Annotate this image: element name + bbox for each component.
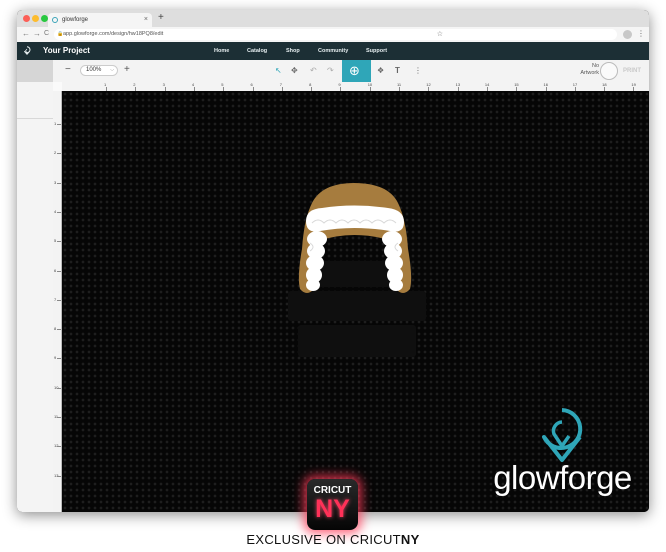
editor-toolbar: − 100% ⌵ + ↖ ✥ ↶ ↷ ⊕ ❖ T ⋮ No Artwork PR… <box>17 60 649 83</box>
left-sidebar <box>17 82 54 512</box>
ruler-left-tick <box>57 387 61 389</box>
ruler-left-tick <box>57 270 61 272</box>
pan-tool-icon[interactable]: ✥ <box>291 65 298 77</box>
ruler-left-tick <box>57 241 61 243</box>
text-tool-icon[interactable]: T <box>395 65 400 77</box>
ruler-left-number: 5 <box>54 238 57 244</box>
ruler-left-number: 4 <box>54 208 57 214</box>
address-bar: ← → C 🔒 app.glowforge.com/design/hw18PQ8… <box>17 27 649 43</box>
print-button[interactable] <box>600 62 618 80</box>
hat-fur-brim <box>306 205 404 232</box>
artwork-status-line1: No <box>591 63 599 69</box>
toolbar-side-panel <box>17 60 53 82</box>
close-window-button[interactable] <box>23 15 30 22</box>
print-label: PRINT <box>623 68 641 74</box>
zoom-select[interactable]: 100% ⌵ <box>80 65 118 76</box>
ruler-left-tick <box>57 211 61 213</box>
add-icon: ⊕ <box>349 63 360 78</box>
browser-tab[interactable]: glowforge × <box>48 13 152 27</box>
glowforge-logo: glowforge <box>490 406 635 504</box>
nav-link-catalog[interactable]: Catalog <box>247 42 267 60</box>
more-tools-icon[interactable]: ⋮ <box>414 65 422 77</box>
lock-icon: 🔒 <box>57 31 64 37</box>
ruler-left-tick <box>57 299 61 301</box>
ruler-left-number: 8 <box>54 326 57 332</box>
vertical-ruler: 12345678910111213 <box>53 91 62 512</box>
project-title[interactable]: Your Project <box>43 42 90 60</box>
shapes-tool-icon[interactable]: ❖ <box>377 65 384 77</box>
ruler-left-number: 9 <box>54 355 57 361</box>
ruler-left-tick <box>57 446 61 448</box>
caption-suffix: NY <box>400 532 420 547</box>
profile-avatar[interactable] <box>623 30 632 39</box>
minimize-window-button[interactable] <box>32 15 39 22</box>
glowforge-logo-icon[interactable] <box>23 46 31 55</box>
nav-link-support[interactable]: Support <box>366 42 387 60</box>
ruler-left-number: 2 <box>54 150 57 156</box>
redo-icon[interactable]: ↷ <box>327 65 334 77</box>
cricut-ny-badge: CRICUT NY <box>307 479 358 530</box>
browser-window: glowforge × + ← → C 🔒 app.glowforge.com/… <box>17 10 649 512</box>
ruler-left-number: 6 <box>54 267 57 273</box>
browser-menu-icon[interactable]: ⋮ <box>637 29 645 39</box>
nav-link-community[interactable]: Community <box>318 42 348 60</box>
zoom-out-button[interactable]: − <box>65 64 71 76</box>
ruler-left-tick <box>57 329 61 331</box>
ruler-left-tick <box>57 475 61 477</box>
glowforge-mark-icon <box>542 408 583 462</box>
app-navigation-bar: Your Project Home Catalog Shop Community… <box>17 42 649 60</box>
badge-bottom-text: NY <box>315 495 350 523</box>
bookmark-star-icon[interactable]: ☆ <box>437 29 443 40</box>
zoom-in-button[interactable]: + <box>124 64 130 76</box>
undo-icon[interactable]: ↶ <box>310 65 317 77</box>
exclusive-caption: EXCLUSIVE ON CRICUTNY <box>0 532 666 548</box>
select-tool-icon[interactable]: ↖ <box>275 65 282 77</box>
url-input[interactable]: 🔒 app.glowforge.com/design/hw18PQ8/edit … <box>54 29 617 40</box>
url-text: app.glowforge.com/design/hw18PQ8/edit <box>63 31 164 37</box>
new-tab-button[interactable]: + <box>158 12 164 24</box>
ruler-left-number: 1 <box>54 121 57 126</box>
chevron-down-icon: ⌵ <box>110 67 114 73</box>
ruler-left-tick <box>57 417 61 418</box>
tab-title: glowforge <box>62 17 89 23</box>
zoom-value: 100% <box>86 67 102 73</box>
maximize-window-button[interactable] <box>41 15 48 22</box>
forward-icon[interactable]: → <box>33 29 41 39</box>
back-icon[interactable]: ← <box>22 29 30 39</box>
glowforge-favicon-icon <box>52 17 58 23</box>
caption-prefix: EXCLUSIVE ON CRICUT <box>246 532 401 547</box>
reload-icon[interactable]: C <box>44 29 49 39</box>
ruler-left-tick <box>57 153 61 155</box>
ruler-left-tick <box>57 124 61 125</box>
artwork-status: No Artwork <box>567 63 599 77</box>
glowforge-wordmark: glowforge <box>493 459 632 496</box>
sidebar-divider <box>17 118 53 119</box>
artwork-status-line2: Artwork <box>580 70 599 76</box>
nav-link-home[interactable]: Home <box>214 42 229 60</box>
tab-close-icon[interactable]: × <box>144 13 148 27</box>
browser-tab-bar: glowforge × + <box>17 10 649 28</box>
design-canvas[interactable]: glowforge <box>62 91 649 512</box>
trapper-hat-design[interactable] <box>272 179 437 385</box>
ruler-left-number: 7 <box>54 296 57 302</box>
nav-link-shop[interactable]: Shop <box>286 42 300 60</box>
add-artwork-button[interactable]: ⊕ <box>342 60 371 82</box>
ruler-left-number: 3 <box>54 179 57 185</box>
ruler-left-tick <box>57 182 61 184</box>
ruler-left-tick <box>57 358 61 360</box>
